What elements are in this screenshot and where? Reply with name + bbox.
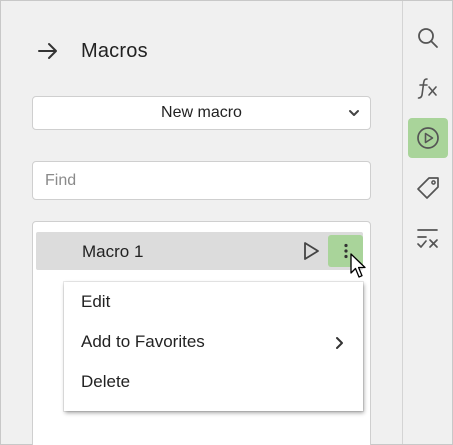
menu-item-label: Edit	[81, 292, 111, 311]
chevron-down-icon	[348, 106, 360, 118]
page-title: Macros	[81, 39, 148, 62]
list-item-macro-1[interactable]: Macro 1	[36, 232, 363, 270]
arrow-right-icon[interactable]	[35, 38, 61, 64]
mouse-cursor-icon	[350, 253, 368, 279]
menu-item-add-to-favorites[interactable]: Add to Favorites	[64, 322, 363, 362]
context-menu: Edit Add to Favorites Delete	[64, 282, 363, 411]
play-icon[interactable]	[298, 238, 324, 264]
find-input[interactable]	[32, 161, 371, 200]
chevron-right-icon	[333, 335, 345, 349]
macro-name: Macro 1	[82, 242, 144, 261]
menu-item-label: Delete	[81, 372, 131, 391]
panel-header: Macros	[35, 37, 148, 65]
new-macro-button[interactable]: New macro	[32, 96, 371, 130]
new-macro-label: New macro	[161, 104, 242, 121]
menu-item-edit[interactable]: Edit	[64, 282, 363, 322]
function-icon[interactable]	[408, 68, 448, 108]
menu-item-label: Add to Favorites	[81, 332, 205, 351]
play-circle-icon[interactable]	[408, 118, 448, 158]
tag-icon[interactable]	[408, 168, 448, 208]
side-rail	[402, 1, 452, 444]
menu-item-delete[interactable]: Delete	[64, 362, 363, 402]
checklist-icon[interactable]	[408, 218, 448, 258]
search-icon[interactable]	[408, 18, 448, 58]
